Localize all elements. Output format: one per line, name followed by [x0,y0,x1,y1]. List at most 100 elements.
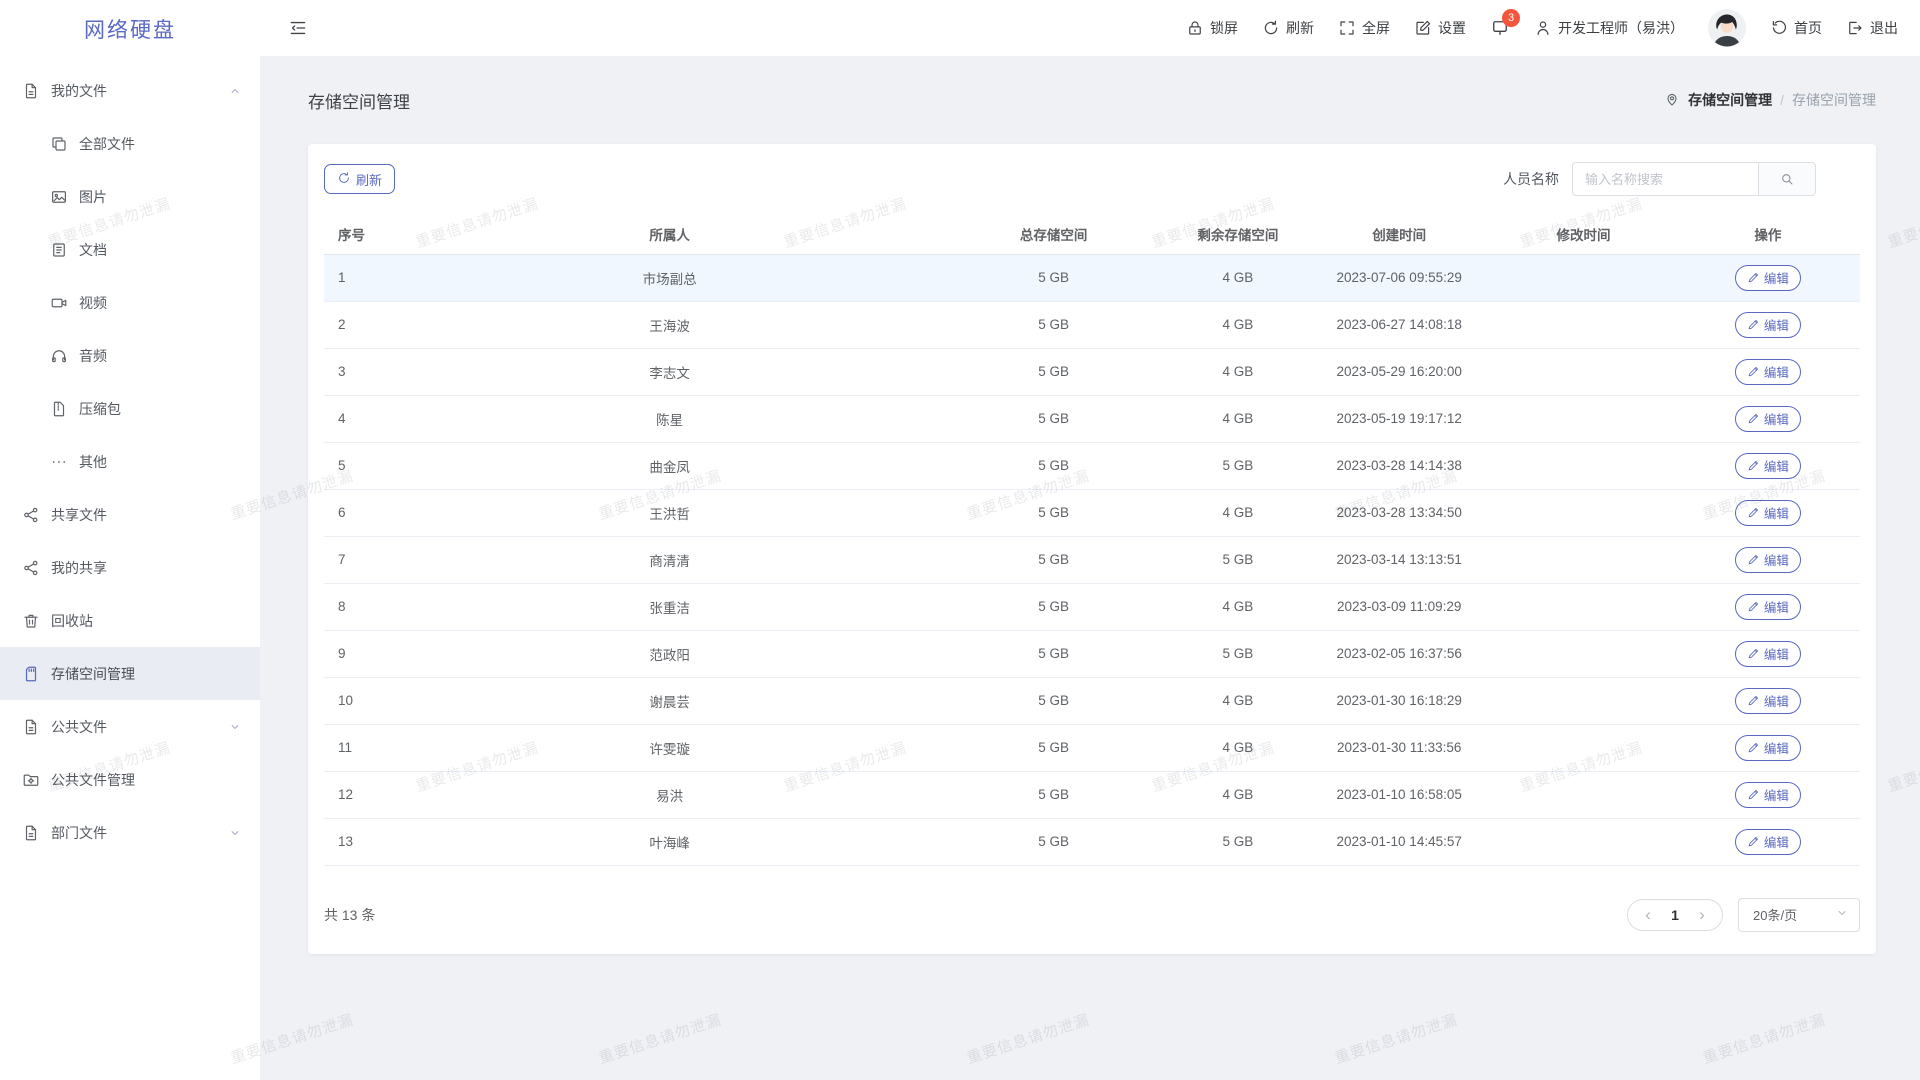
owner-cell: 曲金凤 [401,442,939,489]
table-row: 3李志文5 GB4 GB2023-05-29 16:20:00编辑 [324,348,1860,395]
edit-icon [1747,506,1760,519]
table-row: 2王海波5 GB4 GB2023-06-27 14:08:18编辑 [324,301,1860,348]
sidebar-collapse-button[interactable] [288,18,308,38]
user-avatar-image [1708,9,1746,47]
topbar-action-user-role[interactable]: 开发工程师（易洪） [1534,18,1684,38]
search-group: 人员名称 [1503,162,1816,196]
sidebar-item-all-files[interactable]: 全部文件 [0,117,260,170]
remaining-cell: 4 GB [1169,677,1307,724]
total-cell: 5 GB [938,395,1168,442]
sidebar-item-label: 回收站 [51,611,242,631]
sidebar-item-documents[interactable]: 文档 [0,223,260,276]
edit-button[interactable]: 编辑 [1735,547,1801,573]
index-cell: 8 [324,583,401,630]
total-cell: 5 GB [938,583,1168,630]
topbar-action-lock-screen[interactable]: 锁屏 [1186,18,1238,38]
search-button[interactable] [1758,162,1816,196]
topbar-action-notifications[interactable]: 3 [1490,18,1510,38]
total-cell: 5 GB [938,536,1168,583]
sidebar-item-department-files[interactable]: 部门文件 [0,806,260,859]
created-cell: 2023-02-05 16:37:56 [1307,630,1491,677]
sidebar-item-label: 图片 [79,187,242,207]
next-page-button[interactable]: › [1688,900,1716,930]
remaining-cell: 4 GB [1169,254,1307,301]
edit-icon [1747,600,1760,613]
sidebar-item-shared-files[interactable]: 共享文件 [0,488,260,541]
sidebar-item-my-files[interactable]: 我的文件 [0,64,260,117]
edit-button[interactable]: 编辑 [1735,782,1801,808]
actions-cell: 编辑 [1676,724,1860,771]
sidebar-item-audio[interactable]: 音频 [0,329,260,382]
storage-table: 序号所属人总存储空间剩余存储空间创建时间修改时间操作 1市场副总5 GB4 GB… [324,214,1860,866]
topbar-action-home[interactable]: 首页 [1770,18,1822,38]
edit-button[interactable]: 编辑 [1735,359,1801,385]
sidebar-item-archives[interactable]: 压缩包 [0,382,260,435]
sidebar-item-others[interactable]: 其他 [0,435,260,488]
topbar-action-settings[interactable]: 设置 [1414,18,1466,38]
remaining-cell: 5 GB [1169,442,1307,489]
current-page[interactable]: 1 [1662,907,1688,923]
sidebar: 网络硬盘 我的文件全部文件图片文档视频音频压缩包其他共享文件我的共享回收站存储空… [0,0,260,1080]
total-count: 共 13 条 [324,905,375,925]
prev-page-button[interactable]: ‹ [1634,900,1662,930]
topbar-action-logout[interactable]: 退出 [1846,18,1898,38]
table-toolbar: 刷新 人员名称 [324,162,1860,196]
video-icon [50,294,68,312]
edit-button[interactable]: 编辑 [1735,829,1801,855]
edit-button[interactable]: 编辑 [1735,594,1801,620]
edit-button[interactable]: 编辑 [1735,406,1801,432]
location-icon [1664,91,1680,107]
table-row: 8张重洁5 GB4 GB2023-03-09 11:09:29编辑 [324,583,1860,630]
column-header-total: 总存储空间 [938,214,1168,254]
back-icon [1770,19,1788,37]
topbar-action-fullscreen[interactable]: 全屏 [1338,18,1390,38]
share-icon [22,506,40,524]
search-input[interactable] [1572,162,1758,196]
created-cell: 2023-03-28 13:34:50 [1307,489,1491,536]
page-size-select[interactable]: 20条/页 [1738,898,1860,932]
edit-button[interactable]: 编辑 [1735,265,1801,291]
sidebar-item-videos[interactable]: 视频 [0,276,260,329]
total-cell: 5 GB [938,724,1168,771]
audio-icon [50,347,68,365]
sidebar-item-recycle-bin[interactable]: 回收站 [0,594,260,647]
remaining-cell: 4 GB [1169,395,1307,442]
modified-cell [1491,254,1675,301]
fullscreen-icon [1338,19,1356,37]
file-icon [22,824,40,842]
topbar-action-avatar[interactable] [1708,9,1746,47]
sidebar-menu: 我的文件全部文件图片文档视频音频压缩包其他共享文件我的共享回收站存储空间管理公共… [0,58,260,859]
page-size-label: 20条/页 [1753,905,1797,924]
remaining-cell: 5 GB [1169,818,1307,865]
edit-button[interactable]: 编辑 [1735,500,1801,526]
edit-button[interactable]: 编辑 [1735,312,1801,338]
topbar-action-label: 开发工程师（易洪） [1558,18,1684,38]
created-cell: 2023-05-19 19:17:12 [1307,395,1491,442]
sidebar-item-label: 视频 [79,293,242,313]
breadcrumb-item[interactable]: 存储空间管理 [1688,90,1772,110]
refresh-button[interactable]: 刷新 [324,164,395,194]
topbar-action-refresh[interactable]: 刷新 [1262,18,1314,38]
file-icon [22,718,40,736]
image-icon [50,188,68,206]
sidebar-item-my-shares[interactable]: 我的共享 [0,541,260,594]
created-cell: 2023-07-06 09:55:29 [1307,254,1491,301]
refresh-icon [1262,19,1280,37]
table-row: 13叶海峰5 GB5 GB2023-01-10 14:45:57编辑 [324,818,1860,865]
table-row: 4陈星5 GB4 GB2023-05-19 19:17:12编辑 [324,395,1860,442]
actions-cell: 编辑 [1676,583,1860,630]
modified-cell [1491,395,1675,442]
topbar-action-label: 全屏 [1362,18,1390,38]
sidebar-item-storage-management[interactable]: 存储空间管理 [0,647,260,700]
edit-icon [1747,271,1760,284]
chevron-up-icon [228,84,242,98]
chevron-down-icon [1835,906,1849,920]
modified-cell [1491,301,1675,348]
sidebar-item-public-files[interactable]: 公共文件 [0,700,260,753]
edit-button[interactable]: 编辑 [1735,453,1801,479]
sidebar-item-public-files-management[interactable]: 公共文件管理 [0,753,260,806]
sidebar-item-images[interactable]: 图片 [0,170,260,223]
edit-button[interactable]: 编辑 [1735,688,1801,714]
edit-button[interactable]: 编辑 [1735,641,1801,667]
edit-button[interactable]: 编辑 [1735,735,1801,761]
